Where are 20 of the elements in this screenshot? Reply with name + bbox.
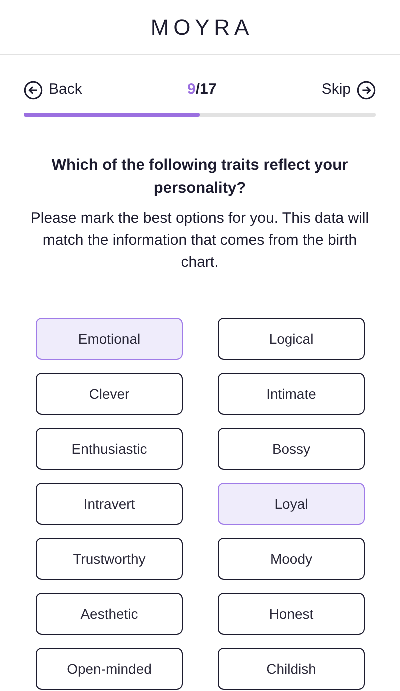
trait-option[interactable]: Emotional (36, 318, 183, 360)
trait-option[interactable]: Childish (218, 648, 365, 690)
trait-option[interactable]: Honest (218, 593, 365, 635)
trait-option[interactable]: Enthusiastic (36, 428, 183, 470)
trait-option[interactable]: Intravert (36, 483, 183, 525)
logo: MOYRA (150, 14, 254, 42)
step-counter: 9/17 (187, 80, 217, 100)
trait-option[interactable]: Bossy (218, 428, 365, 470)
trait-option[interactable]: Logical (218, 318, 365, 360)
trait-option[interactable]: Trustworthy (36, 538, 183, 580)
trait-option[interactable]: Moody (218, 538, 365, 580)
trait-option[interactable]: Clever (36, 373, 183, 415)
skip-button[interactable]: Skip (322, 78, 376, 102)
instructions-text: Please mark the best options for you. This data will match the information that comes from the birth chart. (30, 209, 370, 273)
question-title: Which of the following traits reflect your personality? (50, 156, 350, 199)
trait-option[interactable]: Aesthetic (36, 593, 183, 635)
trait-option[interactable]: Intimate (218, 373, 365, 415)
trait-option[interactable]: Open-minded (36, 648, 183, 690)
trait-option[interactable]: Loyal (218, 483, 365, 525)
back-button[interactable]: Back (24, 78, 82, 102)
